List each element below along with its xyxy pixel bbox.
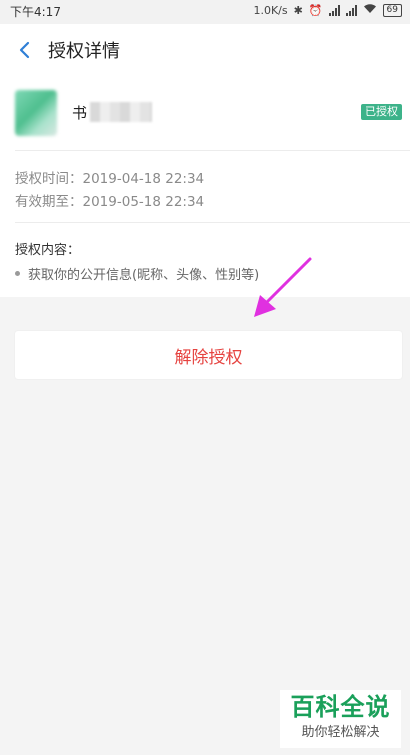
divider — [15, 222, 410, 223]
status-time: 下午4:17 — [10, 5, 61, 19]
network-speed: 1.0K/s — [253, 3, 288, 17]
watermark-title: 百科全说 — [290, 693, 391, 721]
signal-icon-2 — [345, 4, 357, 16]
bluetooth-icon: ✱ — [293, 3, 303, 17]
watermark-logo: 百科全说 助你轻松解决 — [280, 690, 401, 748]
signal-icon — [328, 4, 340, 16]
back-arrow-icon[interactable] — [14, 37, 36, 63]
scope-item: 获取你的公开信息(昵称、头像、性别等) — [15, 264, 259, 283]
wifi-icon — [363, 3, 377, 17]
watermark-subtitle: 助你轻松解决 — [301, 725, 380, 740]
app-row: 书 已授权 — [0, 88, 410, 144]
bullet-icon — [15, 271, 20, 276]
nav-header: 授权详情 — [0, 24, 410, 76]
battery-icon: 69 — [382, 3, 402, 17]
alarm-icon: ⏰ — [308, 3, 323, 17]
app-avatar — [15, 90, 57, 136]
divider — [15, 150, 410, 151]
revoke-auth-button[interactable]: 解除授权 — [15, 331, 402, 379]
scope-title: 授权内容： — [15, 243, 81, 258]
auth-detail-sheet: 授权详情 书 已授权 授权时间：2019-04-18 22:34 有效期至：20… — [0, 24, 410, 297]
valid-until: 有效期至：2019-05-18 22:34 — [15, 194, 205, 210]
app-name-redaction — [90, 102, 152, 122]
status-icons: 1.0K/s ✱ ⏰ 69 — [253, 3, 402, 17]
status-badge: 已授权 — [361, 104, 402, 120]
status-bar: 下午4:17 1.0K/s ✱ ⏰ 69 — [0, 0, 410, 24]
scope-item-label: 获取你的公开信息(昵称、头像、性别等) — [28, 268, 260, 283]
auth-time: 授权时间：2019-04-18 22:34 — [15, 171, 205, 187]
annotation-arrow-icon — [254, 257, 312, 317]
page-title: 授权详情 — [48, 41, 120, 62]
app-name: 书 — [72, 104, 88, 122]
